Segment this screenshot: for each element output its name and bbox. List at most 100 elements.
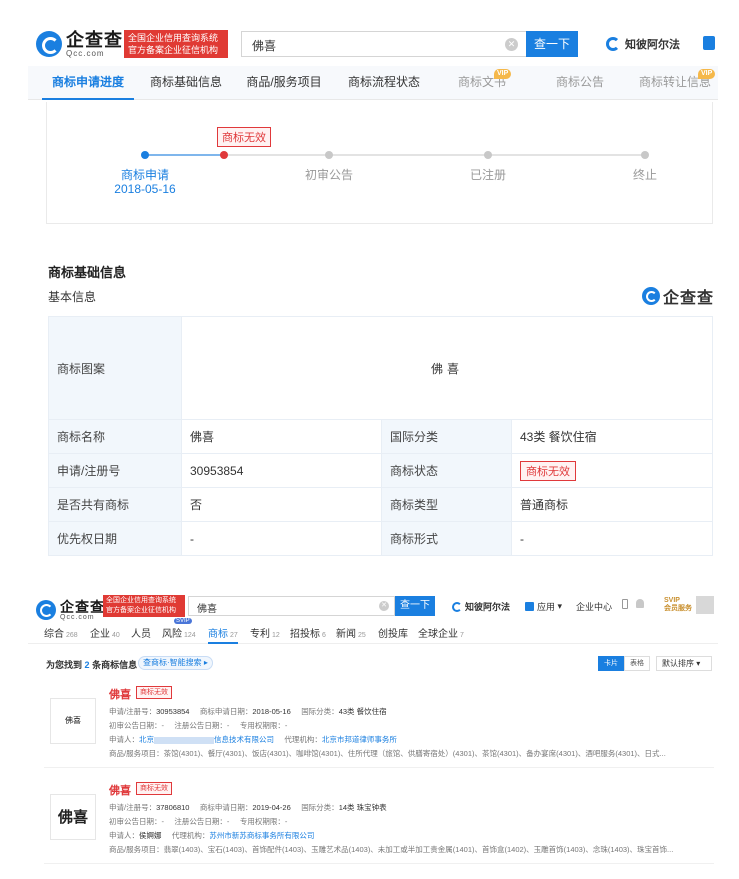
nav-people[interactable]: 人员	[131, 625, 151, 644]
agent-link[interactable]: 苏州市新苏商标事务所有限公司	[209, 831, 314, 840]
nav-global-company[interactable]: 全球企业 7	[418, 625, 464, 644]
result-meta-row: 申请人：侯婀娜 代理机构：苏州市新苏商标事务所有限公司	[109, 830, 314, 841]
nav-label: 企业	[90, 629, 110, 640]
view-table-button[interactable]: 表格	[624, 656, 650, 671]
row-value: -	[181, 521, 382, 556]
result-card[interactable]: 佛喜 佛喜 商标无效 申请/注册号：30953854 商标申请日期：2018-0…	[44, 684, 714, 768]
row-value: -	[511, 521, 713, 556]
stage-label-terminated: 终止	[632, 168, 657, 182]
tab-goods-services[interactable]: 商品/服务项目	[238, 66, 330, 100]
chevron-down-icon: ▾	[555, 601, 563, 611]
row-value: 否	[181, 487, 382, 522]
credit-system-tag: 全国企业信用查询系统 官方备案企业征信机构	[124, 30, 228, 58]
nav-count: 7	[460, 632, 464, 639]
field-label: 国际分类：	[301, 707, 339, 716]
nav-label: 综合	[44, 629, 64, 640]
bottom-header: 企查查 Qcc.com 全国企业信用查询系统 官方备案企业征信机构 佛喜 ✕ 查…	[28, 590, 718, 622]
result-meta-row: 申请/注册号：37806810 商标申请日期：2019-04-26 国际分类：1…	[109, 802, 387, 813]
nav-label: 创投库	[378, 629, 408, 640]
field-label: 初审公告日期：	[109, 817, 162, 826]
tab-documents[interactable]: 商标文书	[436, 66, 528, 100]
view-card-button[interactable]: 卡片	[598, 656, 624, 671]
nav-comprehensive[interactable]: 综合 268	[44, 625, 78, 644]
status-badge: 商标无效	[520, 460, 576, 481]
field-value: -	[226, 817, 230, 826]
nav-count: 268	[66, 632, 78, 639]
redacted-text	[154, 736, 214, 744]
field-value: 2018-05-16	[252, 707, 291, 716]
tab-flow-status[interactable]: 商标流程状态	[338, 66, 430, 100]
nav-count: 40	[112, 632, 120, 639]
field-label: 申请/注册号：	[109, 803, 157, 812]
app-icon[interactable]	[703, 36, 715, 50]
field-label: 代理机构：	[171, 831, 210, 840]
field-value: 茶馆(4301)、餐厅(4301)、饭店(4301)、咖啡馆(4301)、住所代…	[163, 749, 666, 758]
nav-risk[interactable]: SVIP 风险 124	[162, 618, 196, 644]
vip-badge: VIP	[494, 69, 512, 79]
search-button[interactable]: 查一下	[526, 31, 578, 57]
nav-news[interactable]: 新闻 25	[336, 625, 366, 644]
row-key: 商标形式	[381, 521, 512, 556]
field-label: 专用权期限：	[239, 721, 285, 730]
clear-icon[interactable]: ✕	[505, 38, 518, 51]
application-progress: 商标无效 商标申请 2018-05-16 初审公告 已注册 终止	[46, 102, 713, 224]
stage-dot-prelim	[325, 151, 333, 159]
clear-icon[interactable]: ✕	[379, 601, 389, 611]
nav-count: 12	[272, 632, 280, 639]
enterprise-center-link[interactable]: 企业中心	[576, 600, 612, 613]
search-input[interactable]: 佛喜 ✕	[188, 596, 395, 616]
applicant-name[interactable]: 侯婀娜	[139, 831, 162, 840]
result-title[interactable]: 佛喜	[109, 782, 131, 798]
search-input[interactable]: 佛喜 ✕	[241, 31, 526, 57]
search-button[interactable]: 查一下	[395, 596, 435, 616]
mobile-icon[interactable]	[622, 599, 628, 609]
agent-link[interactable]: 北京市邦道律师事务所	[322, 735, 397, 744]
row-key: 国际分类	[381, 419, 512, 454]
result-card[interactable]: 佛喜 佛喜 商标无效 申请/注册号：37806810 商标申请日期：2019-0…	[44, 780, 714, 864]
app-menu[interactable]: 应用 ▾	[525, 600, 562, 613]
zhibi-alpha-link[interactable]: 知彼阿尔法	[452, 600, 510, 613]
vip-badge: VIP	[698, 69, 716, 79]
qcc-logo-icon	[36, 31, 62, 57]
svip-link[interactable]: SVIP 会员服务	[664, 597, 692, 613]
logo-domain: Qcc.com	[60, 613, 95, 621]
field-value: 43类 餐饮住宿	[338, 707, 387, 716]
row-value: 30953854	[181, 453, 382, 488]
tab-basic-info[interactable]: 商标基础信息	[140, 66, 232, 100]
nav-bidding[interactable]: 招投标 6	[290, 625, 326, 644]
watermark-text: 企查查	[663, 290, 715, 307]
avatar[interactable]	[696, 596, 714, 614]
result-meta-row: 商品/服务项目：翡翠(1403)、宝石(1403)、首饰配件(1403)、玉雕艺…	[109, 844, 673, 855]
nav-company[interactable]: 企业 40	[90, 625, 120, 644]
zhibi-label: 知彼阿尔法	[465, 602, 511, 612]
trademark-thumbnail[interactable]: 佛喜	[50, 698, 96, 744]
qcc-logo[interactable]: 企查查 Qcc.com	[36, 596, 105, 624]
zhibi-alpha-link[interactable]: 知彼阿尔法	[606, 36, 680, 52]
nav-label: 风险	[162, 629, 182, 640]
bell-icon[interactable]	[636, 599, 644, 608]
status-badge: 商标无效	[136, 782, 172, 795]
trademark-image[interactable]: 佛喜	[181, 316, 713, 420]
smart-search-chip[interactable]: 查商标·智能搜索 ▸	[138, 656, 213, 670]
trademark-thumbnail[interactable]: 佛喜	[50, 794, 96, 840]
tab-announcements[interactable]: 商标公告	[534, 66, 626, 100]
nav-trademark[interactable]: 商标 27	[208, 625, 238, 644]
field-label: 申请人：	[109, 831, 139, 840]
nav-patent[interactable]: 专利 12	[250, 625, 280, 644]
sort-dropdown[interactable]: 默认排序 ▾	[656, 656, 712, 671]
field-label: 申请人：	[109, 735, 139, 744]
qcc-watermark-icon	[642, 287, 660, 305]
svip-subtitle: 会员服务	[664, 605, 692, 612]
row-key: 商标名称	[48, 419, 182, 454]
zhibi-icon	[606, 37, 620, 51]
result-meta-row: 初审公告日期：- 注册公告日期：- 专用权期限：-	[109, 816, 287, 827]
applicant-link[interactable]: 北京 信息技术有限公司	[139, 735, 274, 744]
nav-label: 专利	[250, 629, 270, 640]
tab-application-progress[interactable]: 商标申请进度	[42, 66, 134, 100]
result-count-prefix: 为您找到	[46, 660, 83, 670]
result-title[interactable]: 佛喜	[109, 686, 131, 702]
nav-venture[interactable]: 创投库	[378, 625, 408, 644]
field-label: 初审公告日期：	[109, 721, 162, 730]
field-label: 国际分类：	[301, 803, 339, 812]
qcc-logo[interactable]: 企查查 Qcc.com	[36, 30, 123, 58]
